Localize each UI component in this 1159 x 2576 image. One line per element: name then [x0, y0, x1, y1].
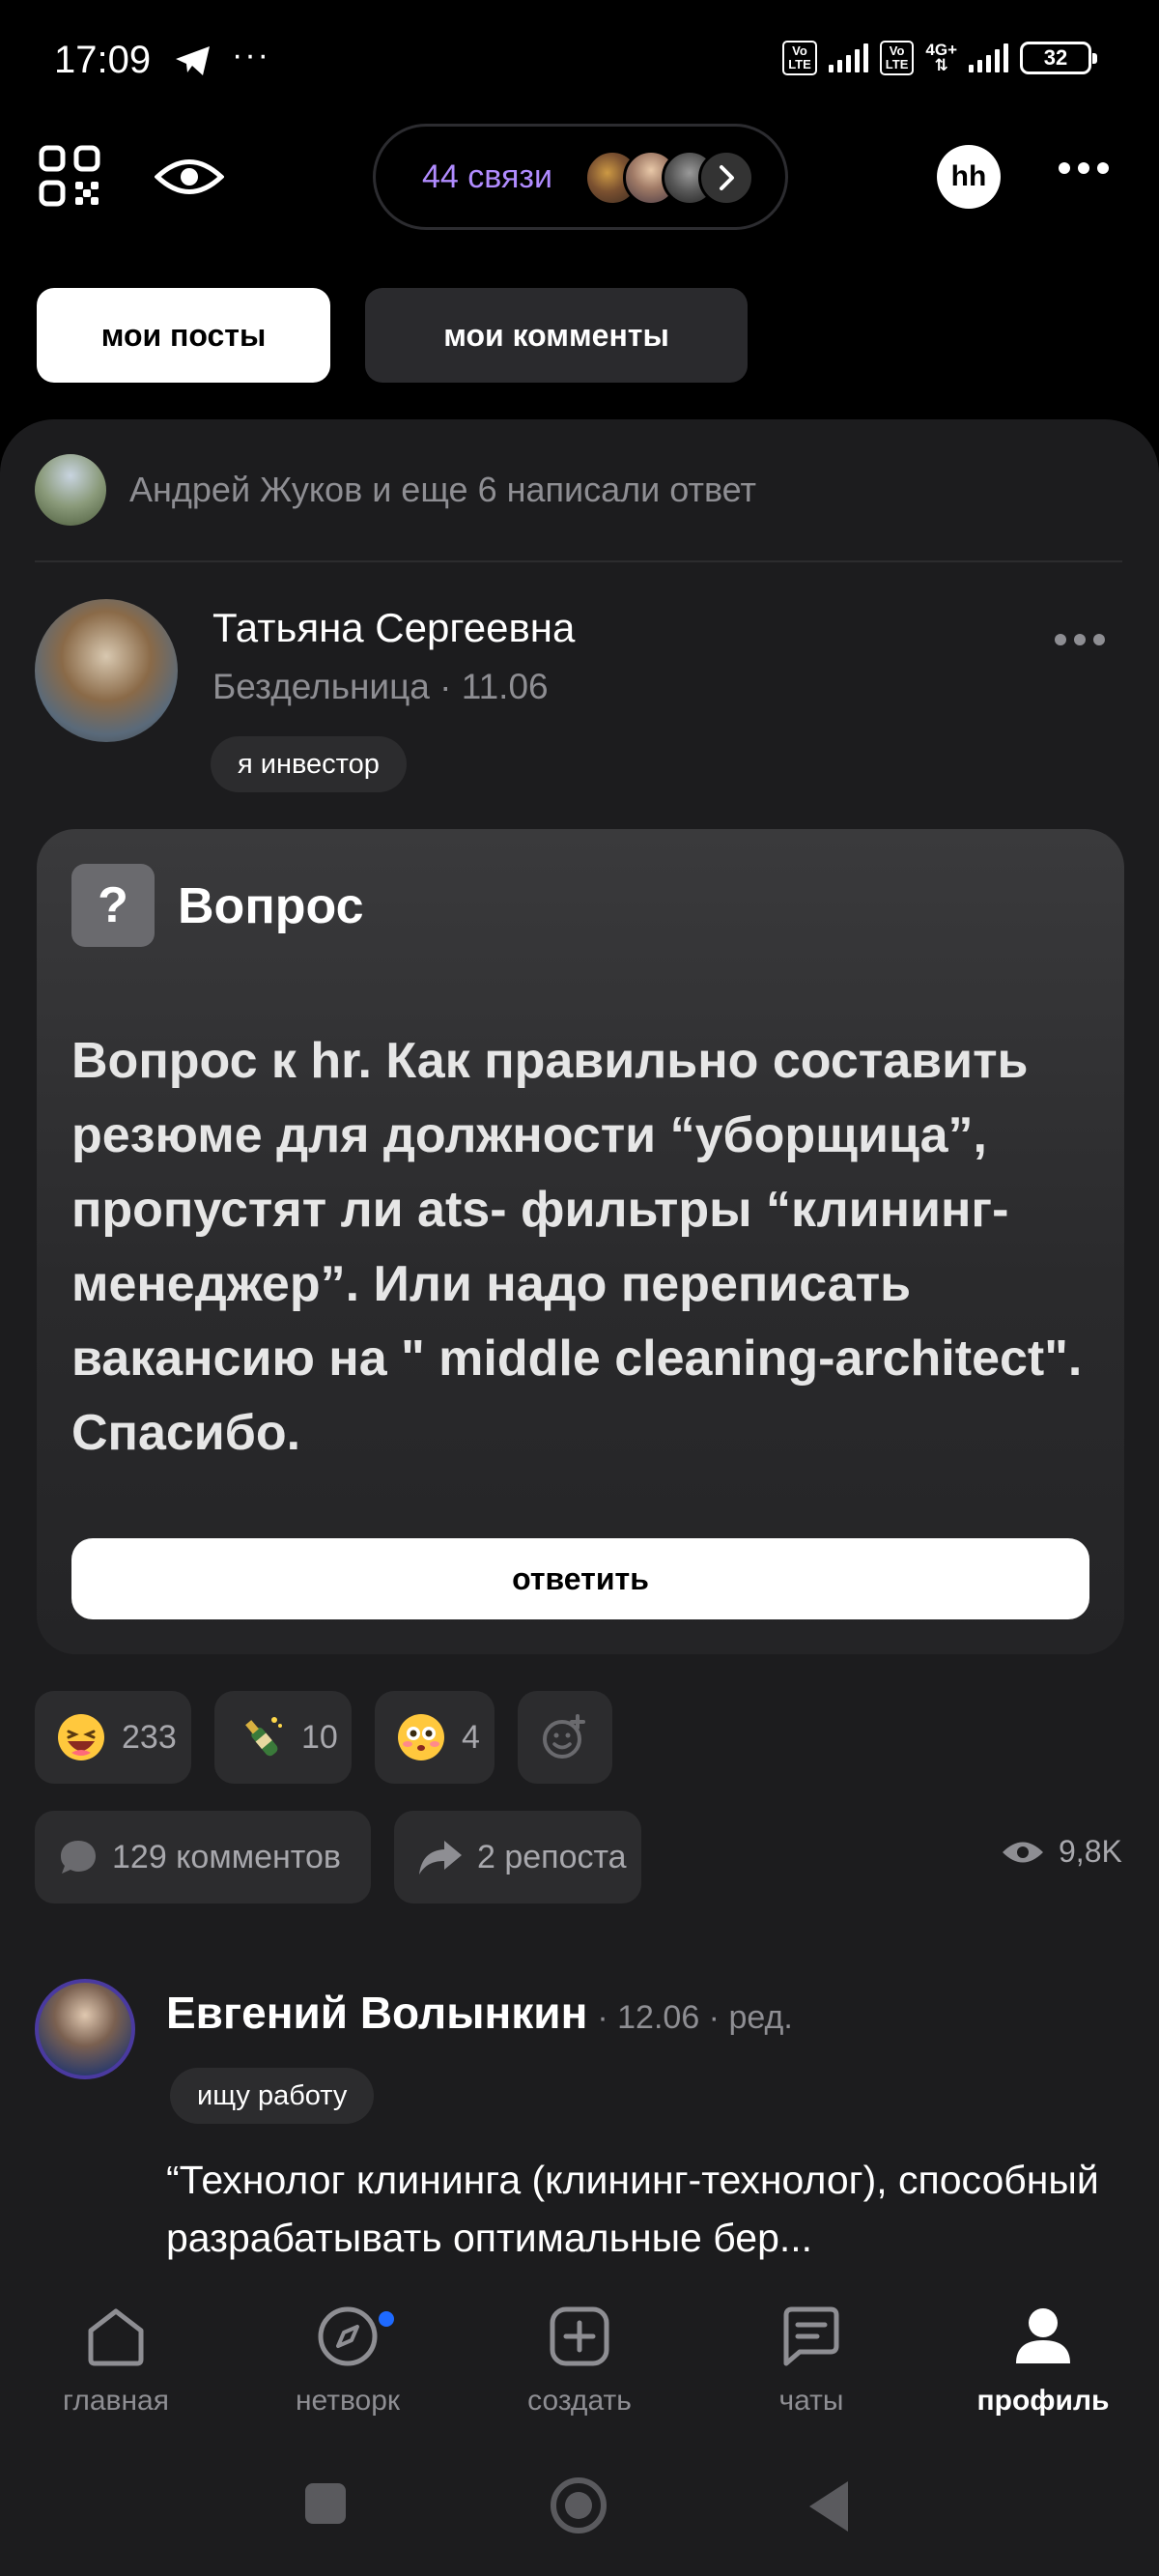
- connections-button[interactable]: 44 связи: [373, 124, 788, 230]
- signal-icon: [828, 43, 868, 72]
- nav-label: профиль: [976, 2385, 1110, 2417]
- commenter-tag: ищу работу: [170, 2068, 375, 2124]
- connections-count: 44 связи: [422, 157, 552, 195]
- chevron-right-icon: [698, 150, 754, 206]
- views-counter: 9,8K: [1001, 1834, 1122, 1870]
- author-name[interactable]: Татьяна Сергеевна: [212, 605, 575, 651]
- views-count: 9,8K: [1059, 1834, 1122, 1869]
- commenter-avatar[interactable]: [35, 1979, 135, 2079]
- post-more-icon[interactable]: [1055, 634, 1105, 645]
- volte-icon: Vo LTE: [782, 41, 817, 75]
- signal-icon-2: [969, 43, 1008, 72]
- add-reaction-icon: [543, 1714, 585, 1759]
- answer-button[interactable]: ответить: [71, 1538, 1089, 1619]
- hh-button[interactable]: hh: [937, 145, 1001, 209]
- more-icon[interactable]: [1059, 162, 1109, 174]
- tab-my-comments[interactable]: мои комменты: [365, 288, 748, 383]
- bottom-navigation: главная нетворк создать чаты профиль: [0, 2275, 1159, 2439]
- tab-my-posts[interactable]: мои посты: [37, 288, 330, 383]
- flushed-emoji-icon: [398, 1714, 444, 1760]
- nav-label: нетворк: [295, 2385, 401, 2417]
- nav-label: создать: [527, 2385, 632, 2417]
- reply-notification[interactable]: Андрей Жуков и еще 6 написали ответ: [129, 470, 756, 510]
- comment-header: Евгений Волынкин · 12.06 · ред.: [166, 1987, 793, 2039]
- author-tag: я инвестор: [211, 736, 407, 792]
- eye-icon[interactable]: [155, 155, 224, 199]
- reaction-count: 233: [122, 1718, 177, 1756]
- comment-icon: [61, 1841, 96, 1874]
- profile-icon: [1016, 2308, 1070, 2363]
- reaction-flushed[interactable]: 4: [375, 1691, 495, 1784]
- reposts-count: 2 репоста: [477, 1838, 627, 1875]
- status-bar: 17:09 ··· Vo LTE Vo LTE 4G+ ⇅ 32: [0, 0, 1159, 126]
- comments-count: 129 комментов: [112, 1838, 341, 1875]
- question-block: ? Вопрос Вопрос к hr. Как правильно сост…: [37, 829, 1124, 1654]
- plus-square-icon: [550, 2306, 609, 2366]
- network-type: 4G+ ⇅: [925, 41, 957, 74]
- system-navigation: [0, 2439, 1159, 2576]
- author-avatar[interactable]: [35, 599, 178, 742]
- question-label: Вопрос: [178, 878, 364, 934]
- nav-label: чаты: [778, 2385, 844, 2417]
- status-time: 17:09: [54, 39, 152, 81]
- chat-icon: [783, 2306, 839, 2366]
- laughing-emoji-icon: [58, 1714, 104, 1760]
- nav-chats[interactable]: чаты: [705, 2304, 918, 2418]
- reaction-count: 4: [462, 1718, 480, 1756]
- reposts-button[interactable]: 2 репоста: [394, 1811, 641, 1903]
- notification-dot: [379, 2311, 394, 2327]
- commenter-name[interactable]: Евгений Волынкин: [166, 1987, 587, 2039]
- comments-button[interactable]: 129 комментов: [35, 1811, 371, 1903]
- connections-avatars: [584, 150, 754, 208]
- volte-icon-2: Vo LTE: [879, 41, 915, 75]
- divider: [35, 560, 1122, 562]
- avatar: [35, 454, 106, 526]
- reaction-champagne[interactable]: 10: [214, 1691, 352, 1784]
- reaction-count: 10: [301, 1718, 338, 1756]
- battery-icon: 32: [1020, 42, 1097, 74]
- question-text: Вопрос к hr. Как правильно составить рез…: [71, 1033, 1083, 1461]
- home-circle-icon[interactable]: [551, 2477, 607, 2533]
- nav-profile[interactable]: профиль: [937, 2304, 1149, 2418]
- home-icon: [88, 2308, 144, 2366]
- question-mark-icon: ?: [71, 864, 155, 947]
- nav-create[interactable]: создать: [473, 2304, 686, 2418]
- comment-text[interactable]: “Технолог клининга (клининг-технолог), с…: [166, 2151, 1122, 2267]
- nav-network[interactable]: нетворк: [241, 2304, 454, 2418]
- eye-icon: [1003, 1842, 1043, 1862]
- repost-icon: [419, 1841, 462, 1875]
- nav-home[interactable]: главная: [10, 2304, 222, 2418]
- reaction-laughing[interactable]: 233: [35, 1691, 191, 1784]
- author-subtitle: Бездельница · 11.06: [212, 667, 549, 706]
- telegram-icon: [176, 46, 210, 75]
- champagne-emoji-icon: [245, 1717, 282, 1757]
- back-icon[interactable]: [809, 2481, 848, 2532]
- status-indicators: Vo LTE Vo LTE 4G+ ⇅ 32: [782, 41, 1097, 75]
- recents-icon[interactable]: [305, 2483, 346, 2524]
- add-reaction-button[interactable]: [518, 1691, 612, 1784]
- nav-label: главная: [63, 2385, 169, 2417]
- comment-meta: · 12.06 · ред.: [597, 1999, 793, 2036]
- compass-icon: [318, 2306, 378, 2366]
- status-more-icon: ···: [232, 37, 270, 73]
- qr-code-icon[interactable]: [39, 145, 100, 207]
